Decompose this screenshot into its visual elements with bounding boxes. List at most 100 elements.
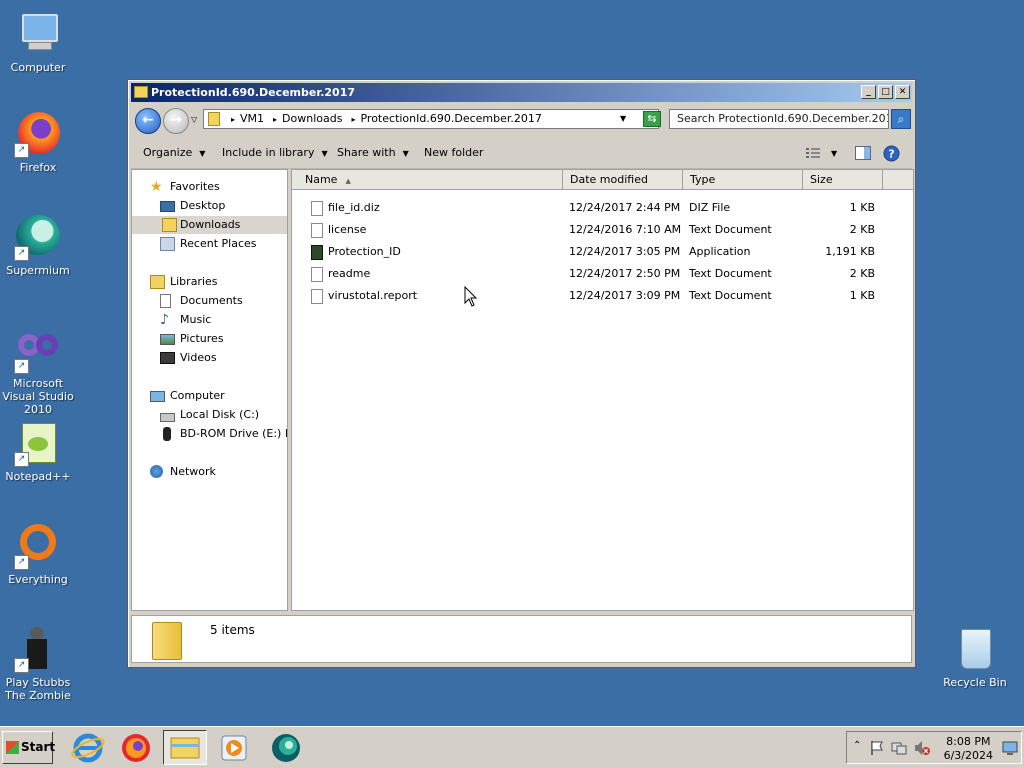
taskbar-firefox[interactable] xyxy=(114,730,158,765)
close-button[interactable]: ✕ xyxy=(895,85,910,99)
table-row[interactable]: file_id.diz 12/24/2017 2:44 PM DIZ File … xyxy=(292,197,913,219)
column-header-date-modified[interactable]: Date modified xyxy=(563,170,683,190)
column-header-spacer xyxy=(883,170,913,190)
start-button[interactable]: Start xyxy=(2,731,56,764)
desktop-icon-notepadpp[interactable]: ↗ Notepad++ xyxy=(0,419,76,483)
breadcrumb-vm1[interactable]: VM1 xyxy=(240,112,264,125)
nav-recent-places[interactable]: Recent Places xyxy=(160,235,257,253)
column-header-name[interactable]: Name ▲ xyxy=(292,170,563,190)
desktop-icon-supermium[interactable]: ↗ Supermium xyxy=(0,213,76,277)
nav-downloads[interactable]: Downloads xyxy=(132,216,287,234)
recent-pages-dropdown[interactable]: ▽ xyxy=(191,115,197,124)
column-type-label: Type xyxy=(690,173,716,186)
table-row[interactable]: readme 12/24/2017 2:50 PM Text Document … xyxy=(292,263,913,285)
desktop-icon-computer[interactable]: Computer xyxy=(0,10,76,74)
svg-text:?: ? xyxy=(888,148,894,161)
refresh-icon: ⇆ xyxy=(647,112,657,125)
nav-documents-label: Documents xyxy=(180,294,243,307)
desktop-icon-recycle-bin[interactable]: Recycle Bin xyxy=(937,625,1013,689)
taskbar-file-explorer[interactable] xyxy=(163,730,207,765)
nav-libraries[interactable]: Libraries xyxy=(150,273,218,291)
action-center-flag-icon[interactable] xyxy=(869,740,885,756)
nav-music[interactable]: ♪ Music xyxy=(160,311,211,329)
include-in-library-button[interactable]: Include in library ▼ xyxy=(222,146,328,159)
address-box[interactable]: ▸ VM1 ▸ Downloads ▸ ProtectionId.690.December… xyxy=(203,109,659,129)
maximize-button[interactable]: □ xyxy=(878,85,893,99)
file-list[interactable]: Name ▲ Date modified Type Size file_id.di… xyxy=(291,169,914,611)
title-bar[interactable]: ProtectionId.690.December.2017 _ □ ✕ xyxy=(131,83,912,102)
organize-label: Organize xyxy=(143,146,193,159)
search-icon: ⌕ xyxy=(897,112,905,126)
nav-computer[interactable]: Computer xyxy=(150,387,225,405)
share-with-button[interactable]: Share with ▼ xyxy=(337,146,409,159)
search-button[interactable]: ⌕ xyxy=(891,109,911,129)
nav-network[interactable]: Network xyxy=(150,463,216,481)
arrow-left-icon: ← xyxy=(142,112,154,128)
clock[interactable]: 8:08 PM 6/3/2024 xyxy=(944,735,993,763)
taskbar-supermium[interactable] xyxy=(264,730,308,765)
pictures-icon xyxy=(160,334,175,345)
table-row[interactable]: license 12/24/2016 7:10 AM Text Document… xyxy=(292,219,913,241)
address-dropdown-icon[interactable]: ▼ xyxy=(620,110,626,128)
nav-favorites-label: Favorites xyxy=(170,180,220,193)
nav-pictures[interactable]: Pictures xyxy=(160,330,224,348)
file-date: 12/24/2016 7:10 AM xyxy=(569,223,682,236)
nav-local-disk[interactable]: Local Disk (C:) xyxy=(160,406,259,424)
preview-pane-button[interactable] xyxy=(855,146,871,160)
view-dropdown-button[interactable]: ▼ xyxy=(831,146,837,159)
shortcut-arrow-icon: ↗ xyxy=(14,555,29,570)
chevron-down-icon: ▼ xyxy=(402,149,409,158)
recent-places-icon xyxy=(160,237,175,251)
firefox-icon xyxy=(122,734,150,762)
taskbar-media-player[interactable] xyxy=(212,730,256,765)
breadcrumb-current[interactable]: ProtectionId.690.December.2017 xyxy=(360,112,541,125)
breadcrumb-arrow-icon[interactable]: ▸ xyxy=(273,115,277,124)
column-header-size[interactable]: Size xyxy=(803,170,883,190)
text-file-icon xyxy=(311,289,323,304)
view-options-button[interactable] xyxy=(805,146,821,160)
search-input[interactable]: Search ProtectionId.690.December.2017 xyxy=(669,109,889,129)
file-date: 12/24/2017 3:09 PM xyxy=(569,289,681,302)
mouse-cursor-icon xyxy=(464,286,478,307)
show-hidden-icons-button[interactable]: ⌃ xyxy=(853,740,861,751)
forward-button[interactable]: → xyxy=(163,108,189,134)
file-type: Text Document xyxy=(689,267,772,280)
clock-date: 6/3/2024 xyxy=(943,749,993,762)
desktop-icon-firefox[interactable]: ↗ Firefox xyxy=(0,110,76,174)
system-tray: ⌃ 8:08 PM 6/3/2024 xyxy=(846,731,1022,764)
taskbar-internet-explorer[interactable] xyxy=(66,730,110,765)
stubbs-zombie-icon: ↗ xyxy=(14,625,62,673)
computer-icon xyxy=(14,10,62,58)
new-folder-button[interactable]: New folder xyxy=(424,146,483,159)
volume-muted-icon[interactable] xyxy=(913,740,931,756)
refresh-button[interactable]: ⇆ xyxy=(643,111,661,127)
desktop-icon-visual-studio[interactable]: ↗ Microsoft Visual Studio 2010 xyxy=(0,326,76,416)
desktop-icon-everything[interactable]: ↗ Everything xyxy=(0,522,76,586)
desktop-icon-stubbs[interactable]: ↗ Play Stubbs The Zombie xyxy=(0,625,76,702)
star-icon: ★ xyxy=(150,179,163,195)
nav-favorites[interactable]: ★ Favorites xyxy=(150,178,220,196)
explorer-window[interactable]: ProtectionId.690.December.2017 _ □ ✕ ← →… xyxy=(127,79,916,668)
nav-videos[interactable]: Videos xyxy=(160,349,217,367)
nav-bd-rom[interactable]: BD-ROM Drive (E:) Dis xyxy=(160,425,287,443)
nav-desktop[interactable]: Desktop xyxy=(160,197,225,215)
table-row[interactable]: Protection_ID 12/24/2017 3:05 PM Applica… xyxy=(292,241,913,263)
breadcrumb-arrow-icon[interactable]: ▸ xyxy=(351,115,355,124)
details-pane: 5 items xyxy=(131,615,912,663)
breadcrumb-downloads[interactable]: Downloads xyxy=(282,112,342,125)
network-status-icon[interactable] xyxy=(891,740,907,756)
desktop-icon-label: Recycle Bin xyxy=(943,676,1007,689)
folder-icon xyxy=(134,86,148,98)
start-label: Start xyxy=(21,740,56,754)
breadcrumb-arrow-icon[interactable]: ▸ xyxy=(231,115,235,124)
nav-documents[interactable]: Documents xyxy=(160,292,243,310)
desktop-icon xyxy=(160,201,175,212)
back-button[interactable]: ← xyxy=(135,108,161,134)
navigation-pane[interactable]: ★ Favorites Desktop Downloads Recent Plac… xyxy=(131,169,288,611)
column-header-type[interactable]: Type xyxy=(683,170,803,190)
table-row[interactable]: virustotal.report 12/24/2017 3:09 PM Tex… xyxy=(292,285,913,307)
minimize-button[interactable]: _ xyxy=(861,85,876,99)
help-button[interactable]: ? xyxy=(883,145,900,162)
show-desktop-icon[interactable] xyxy=(1002,740,1018,756)
organize-button[interactable]: Organize ▼ xyxy=(143,146,205,159)
